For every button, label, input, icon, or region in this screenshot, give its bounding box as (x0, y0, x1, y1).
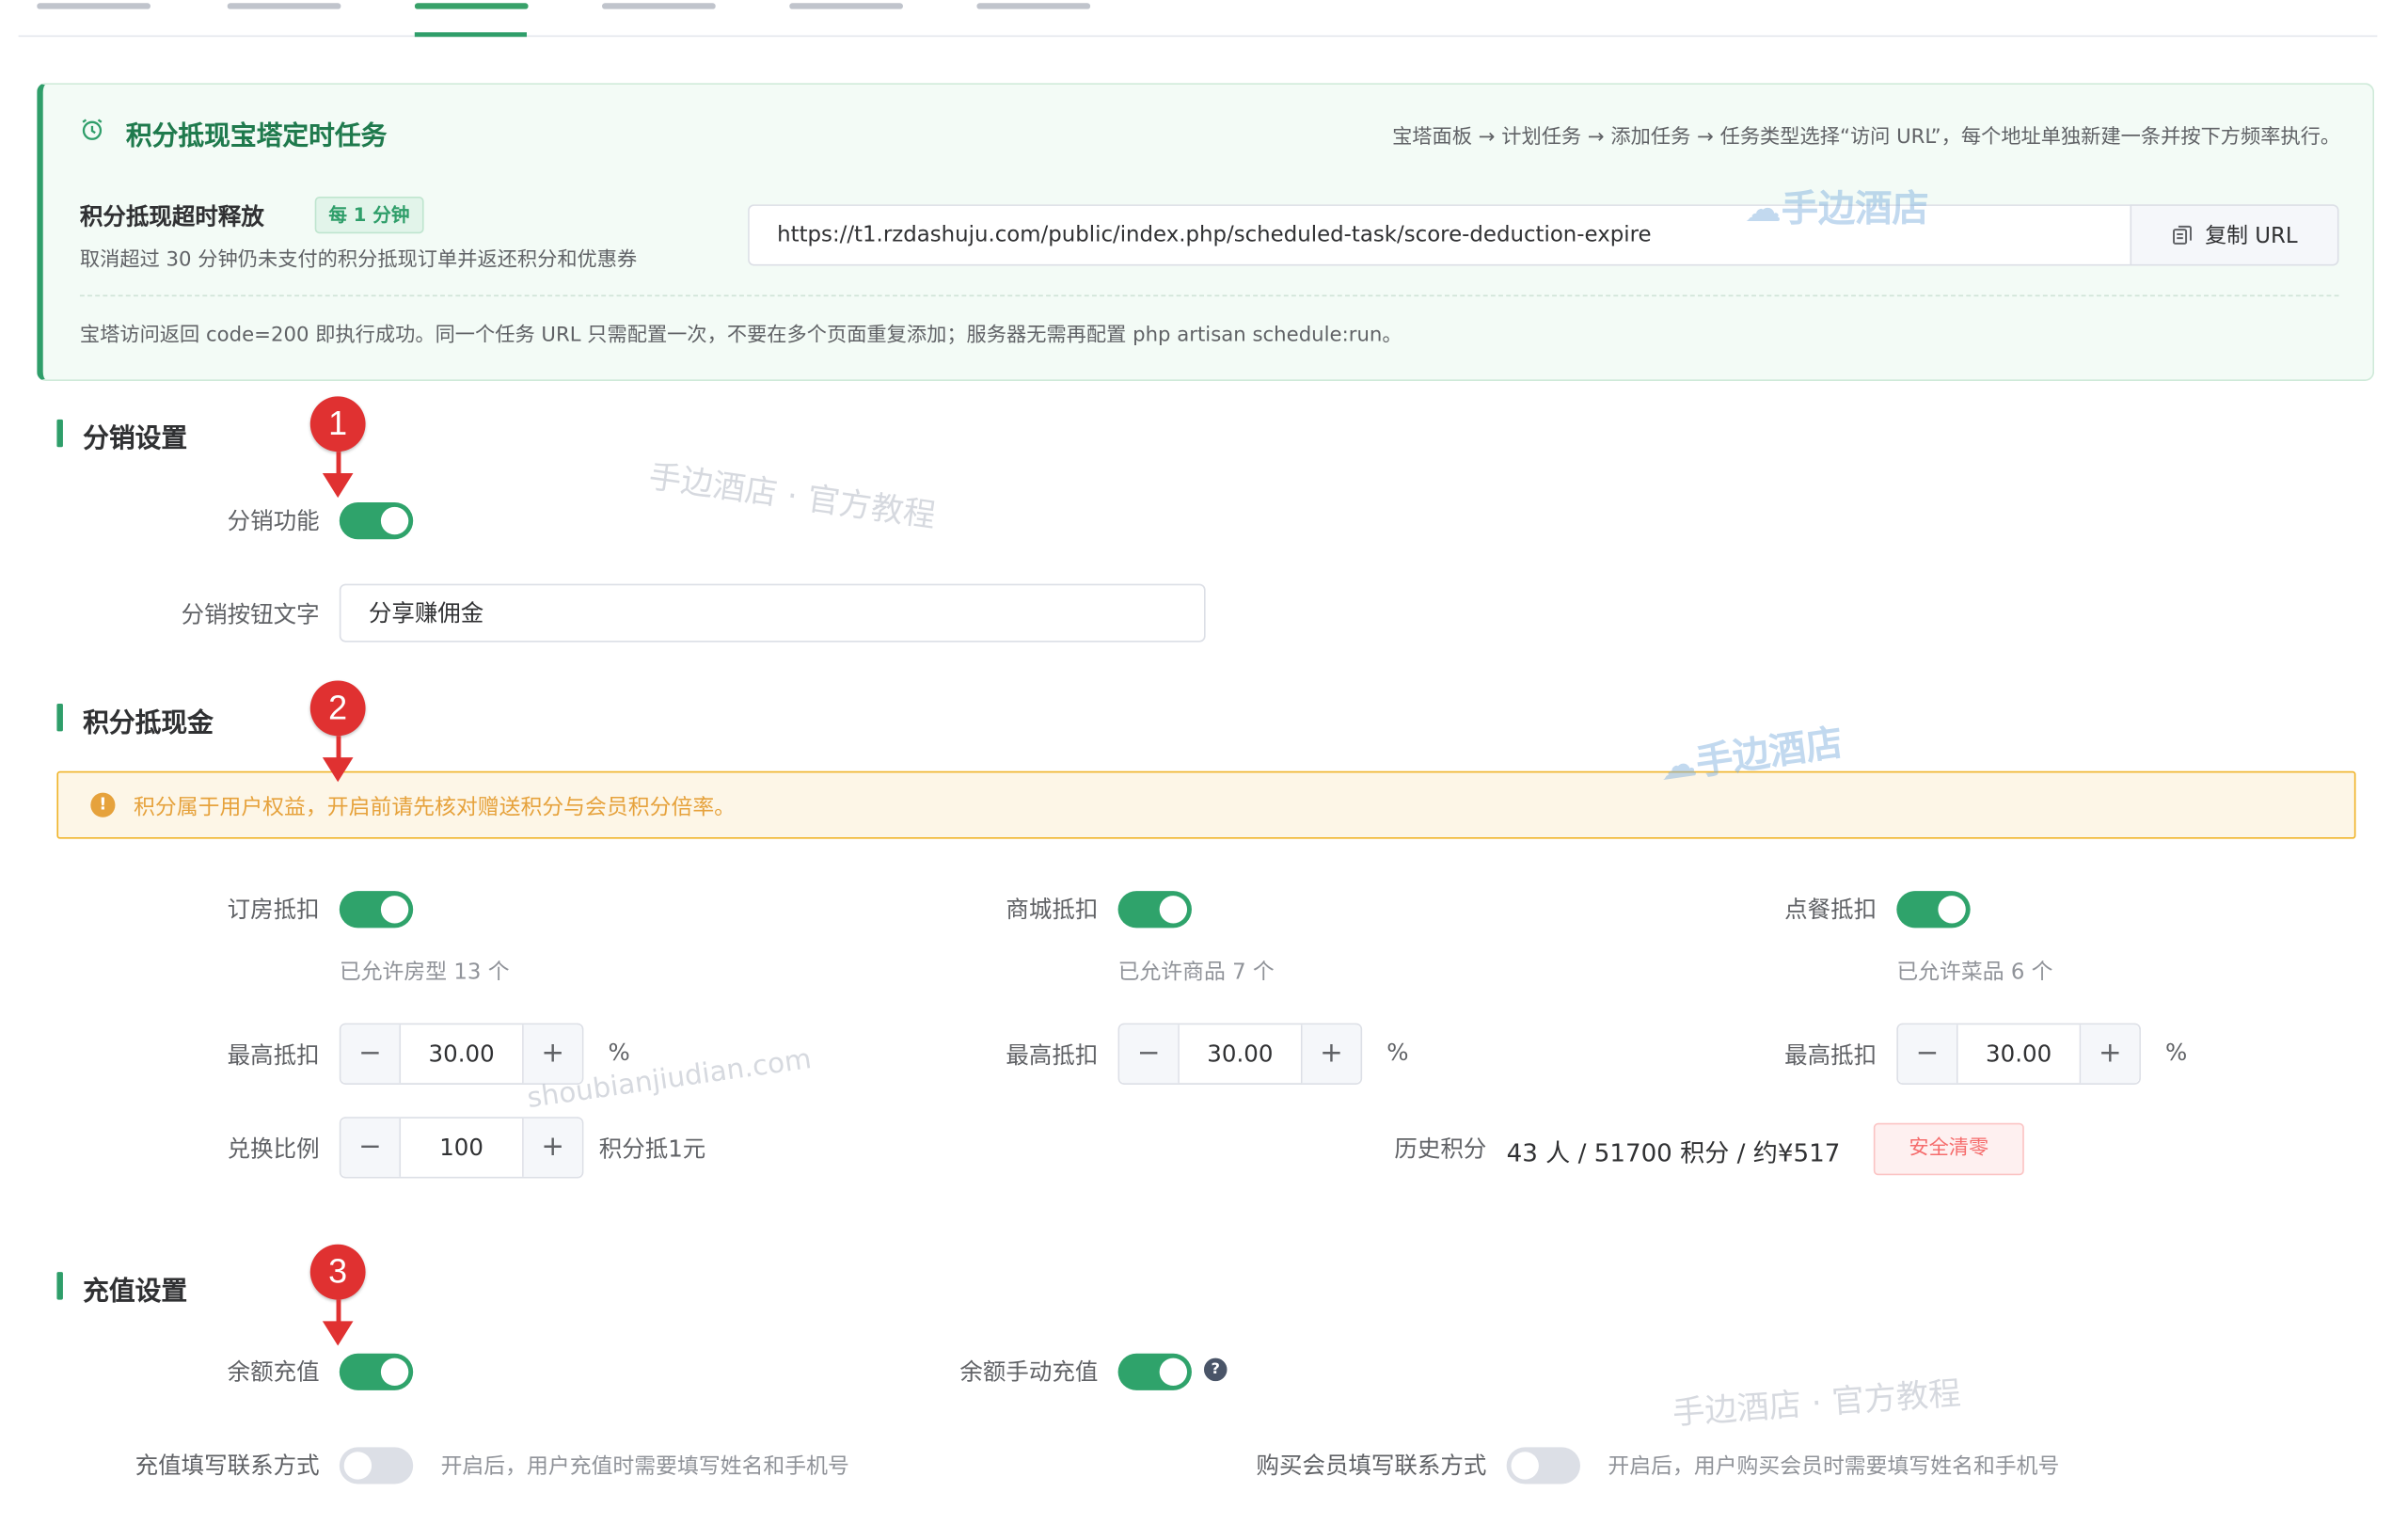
copy-icon (2172, 225, 2192, 245)
distribution-button-text-input[interactable]: 分享赚佣金 (339, 583, 1206, 643)
mall-max-stepper: − 30.00 + (1117, 1023, 1363, 1085)
recharge-contact-label: 充值填写联系方式 (135, 1452, 320, 1480)
tab-5[interactable] (789, 0, 903, 9)
copy-url-button[interactable]: 复制 URL (2130, 204, 2339, 266)
member-contact-hint: 开启后，用户购买会员时需要填写姓名和手机号 (1608, 1454, 2060, 1480)
room-max-unit: % (608, 1038, 630, 1067)
help-icon[interactable]: ? (1203, 1357, 1228, 1382)
annotation-marker-2: 2 (309, 680, 366, 737)
annotation-arrow-1-head (322, 472, 354, 499)
tab-2[interactable] (227, 0, 341, 9)
food-max-unit: % (2165, 1038, 2188, 1067)
mall-deduction-hint: 已允许商品 7 个 (1117, 960, 1275, 985)
food-max-value[interactable]: 30.00 (1958, 1024, 2080, 1083)
mall-deduction-label: 商城抵扣 (1006, 896, 1099, 924)
copy-url-label: 复制 URL (2205, 224, 2298, 249)
member-contact-label: 购买会员填写联系方式 (1256, 1452, 1487, 1480)
annotation-marker-3: 3 (309, 1244, 366, 1300)
balance-recharge-label: 余额充值 (227, 1357, 320, 1387)
frequency-badge: 每 1 分钟 (314, 197, 424, 234)
tab-1[interactable] (37, 0, 150, 9)
job-description: 取消超过 30 分钟仍未支付的积分抵现订单并返还积分和优惠券 (79, 248, 638, 273)
distribution-button-text-label: 分销按钮文字 (181, 600, 320, 628)
history-points-value: 43 人 / 51700 积分 / 约¥517 (1506, 1138, 1841, 1168)
active-tab-underline (414, 32, 527, 38)
food-max-label: 最高抵扣 (1784, 1041, 1877, 1070)
watermark-tutorial-1: 手边酒店 · 官方教程 (646, 457, 938, 535)
manual-recharge-label: 余额手动充值 (959, 1357, 1099, 1387)
section-title-distribution: 分销设置 (83, 423, 188, 455)
section-bar-recharge (56, 1272, 63, 1300)
food-max-increase[interactable]: + (2079, 1024, 2140, 1084)
ratio-decrease[interactable]: − (341, 1118, 402, 1177)
room-max-value[interactable]: 30.00 (401, 1024, 522, 1083)
food-deduction-switch[interactable] (1896, 891, 1971, 929)
top-tab-bar (18, 0, 2378, 38)
alarm-clock-icon (82, 119, 103, 140)
section-title-points: 积分抵现金 (83, 707, 214, 739)
points-warning-text: 积分属于用户权益，开启前请先核对赠送积分与会员积分倍率。 (134, 795, 737, 821)
food-max-stepper: − 30.00 + (1896, 1023, 2141, 1085)
cron-divider (79, 294, 2339, 297)
tab-3-active[interactable] (414, 0, 529, 9)
cron-setup-path: 宝塔面板 → 计划任务 → 添加任务 → 任务类型选择“访问 URL”，每个地址… (1392, 125, 2341, 150)
distribution-toggle-label: 分销功能 (227, 506, 320, 535)
food-max-decrease[interactable]: − (1897, 1024, 1958, 1084)
room-max-decrease[interactable]: − (341, 1024, 402, 1084)
mall-max-unit: % (1386, 1038, 1409, 1067)
recharge-contact-hint: 开启后，用户充值时需要填写姓名和手机号 (440, 1454, 849, 1480)
room-deduction-hint: 已允许房型 13 个 (339, 960, 510, 985)
section-bar-points (56, 703, 63, 732)
manual-recharge-switch[interactable] (1117, 1353, 1192, 1390)
mall-max-increase[interactable]: + (1300, 1024, 1361, 1084)
watermark-tutorial-2: 手边酒店 · 官方教程 (1671, 1374, 1962, 1432)
room-max-stepper: − 30.00 + (339, 1023, 584, 1085)
ratio-increase[interactable]: + (522, 1118, 582, 1177)
warning-icon: ! (90, 792, 116, 818)
job-title: 积分抵现超时释放 (79, 202, 264, 230)
room-deduction-switch[interactable] (339, 891, 414, 929)
distribution-switch[interactable] (339, 502, 414, 540)
cron-note: 宝塔访问返回 code=200 即执行成功。同一个任务 URL 只需配置一次，不… (79, 324, 1402, 348)
food-deduction-hint: 已允许菜品 6 个 (1896, 960, 2053, 985)
food-deduction-label: 点餐抵扣 (1784, 896, 1877, 924)
mall-deduction-switch[interactable] (1117, 891, 1192, 929)
settings-page: 积分抵现宝塔定时任务 宝塔面板 → 计划任务 → 添加任务 → 任务类型选择“访… (0, 0, 2408, 1524)
safe-clear-button[interactable]: 安全清零 (1873, 1122, 2024, 1176)
annotation-arrow-3-head (322, 1321, 354, 1346)
ratio-value[interactable]: 100 (401, 1119, 522, 1177)
ratio-stepper: − 100 + (339, 1117, 584, 1179)
room-max-increase[interactable]: + (522, 1024, 582, 1084)
history-points-label: 历史积分 (1394, 1135, 1487, 1164)
room-max-label: 最高抵扣 (227, 1041, 320, 1070)
mall-max-decrease[interactable]: − (1119, 1024, 1180, 1084)
mall-max-label: 最高抵扣 (1006, 1041, 1099, 1070)
section-bar-distribution (56, 419, 63, 448)
member-contact-switch[interactable] (1506, 1447, 1580, 1484)
recharge-contact-switch[interactable] (339, 1447, 414, 1484)
cron-card-title: 积分抵现宝塔定时任务 (125, 121, 388, 152)
tab-4[interactable] (601, 0, 716, 9)
watermark-brand-1: ☁手边酒店 (1744, 187, 1929, 230)
balance-recharge-switch[interactable] (339, 1353, 414, 1390)
ratio-label: 兑换比例 (227, 1135, 320, 1164)
annotation-arrow-2-head (322, 757, 354, 783)
ratio-unit: 积分抵1元 (598, 1135, 706, 1164)
annotation-marker-1: 1 (309, 396, 366, 452)
room-deduction-label: 订房抵扣 (227, 896, 320, 924)
section-title-recharge: 充值设置 (83, 1277, 188, 1308)
tab-6[interactable] (976, 0, 1091, 9)
mall-max-value[interactable]: 30.00 (1180, 1024, 1301, 1083)
